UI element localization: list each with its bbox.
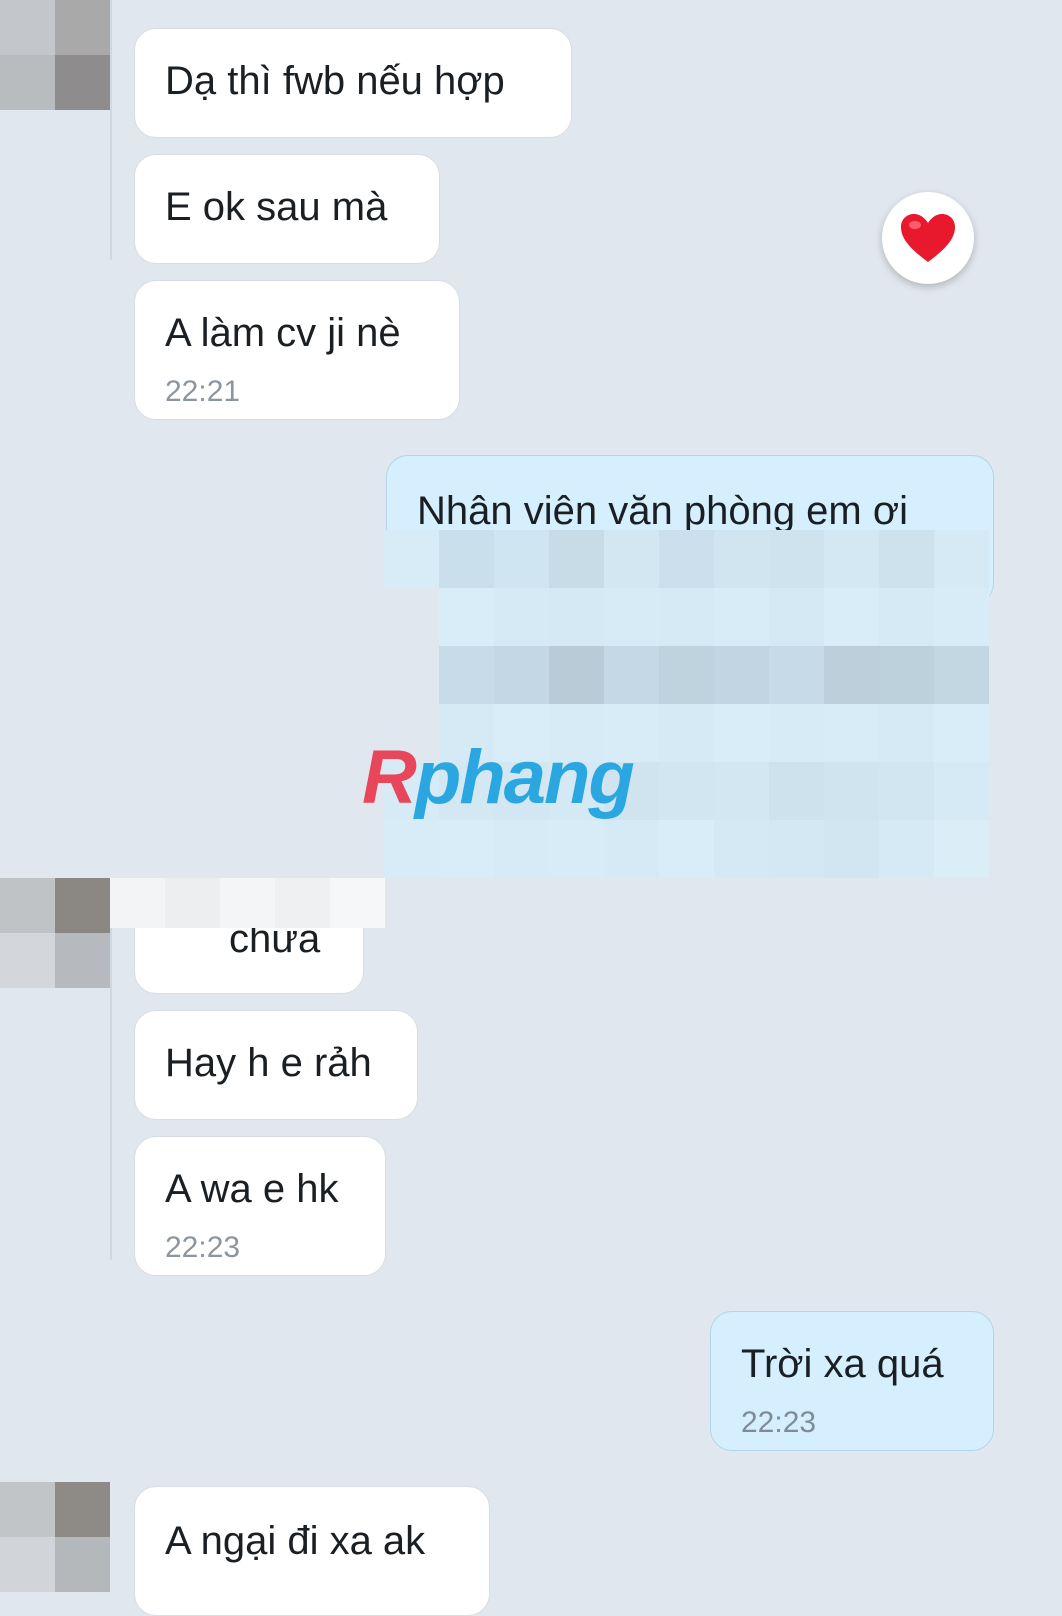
message-bubble-incoming[interactable]: E ok sau mà: [134, 154, 440, 264]
message-text: Nhân viên văn phòng em ơi: [417, 489, 908, 533]
message-time: 22:21: [165, 375, 241, 408]
message-bubble-outgoing[interactable]: Trời xa quá 22:23: [710, 1311, 994, 1451]
avatar[interactable]: [0, 878, 110, 988]
message-text: Dạ thì fwb nếu hợp: [165, 59, 505, 103]
message-text: E ok sau mà: [165, 185, 388, 229]
censor-pixelation: [384, 530, 990, 878]
message-time: 22:23: [165, 1231, 241, 1264]
message-bubble-incoming[interactable]: A làm cv ji nè 22:21: [134, 280, 460, 420]
message-bubble-incoming[interactable]: Dạ thì fwb nếu hợp: [134, 28, 572, 138]
avatar[interactable]: [0, 0, 110, 110]
message-bubble-incoming[interactable]: A ngại đi xa ak: [134, 1486, 490, 1616]
message-time: 22:23: [741, 1406, 817, 1439]
message-text: A ngại đi xa ak: [165, 1519, 426, 1563]
message-bubble-incoming[interactable]: A wa e hk 22:23: [134, 1136, 386, 1276]
message-text: Hay h e rảh: [165, 1041, 372, 1085]
thread-line: [110, 880, 112, 1260]
reaction-button[interactable]: [882, 192, 974, 284]
watermark-logo: Rphang: [362, 735, 635, 820]
message-text: A làm cv ji nè: [165, 311, 401, 355]
heart-icon: [901, 214, 955, 262]
avatar[interactable]: [0, 1482, 110, 1592]
message-text: Trời xa quá: [741, 1342, 944, 1386]
message-bubble-incoming[interactable]: Hay h e rảh: [134, 1010, 418, 1120]
censor-pixelation: [110, 878, 385, 928]
message-text: A wa e hk: [165, 1167, 339, 1211]
thread-line: [110, 0, 112, 260]
